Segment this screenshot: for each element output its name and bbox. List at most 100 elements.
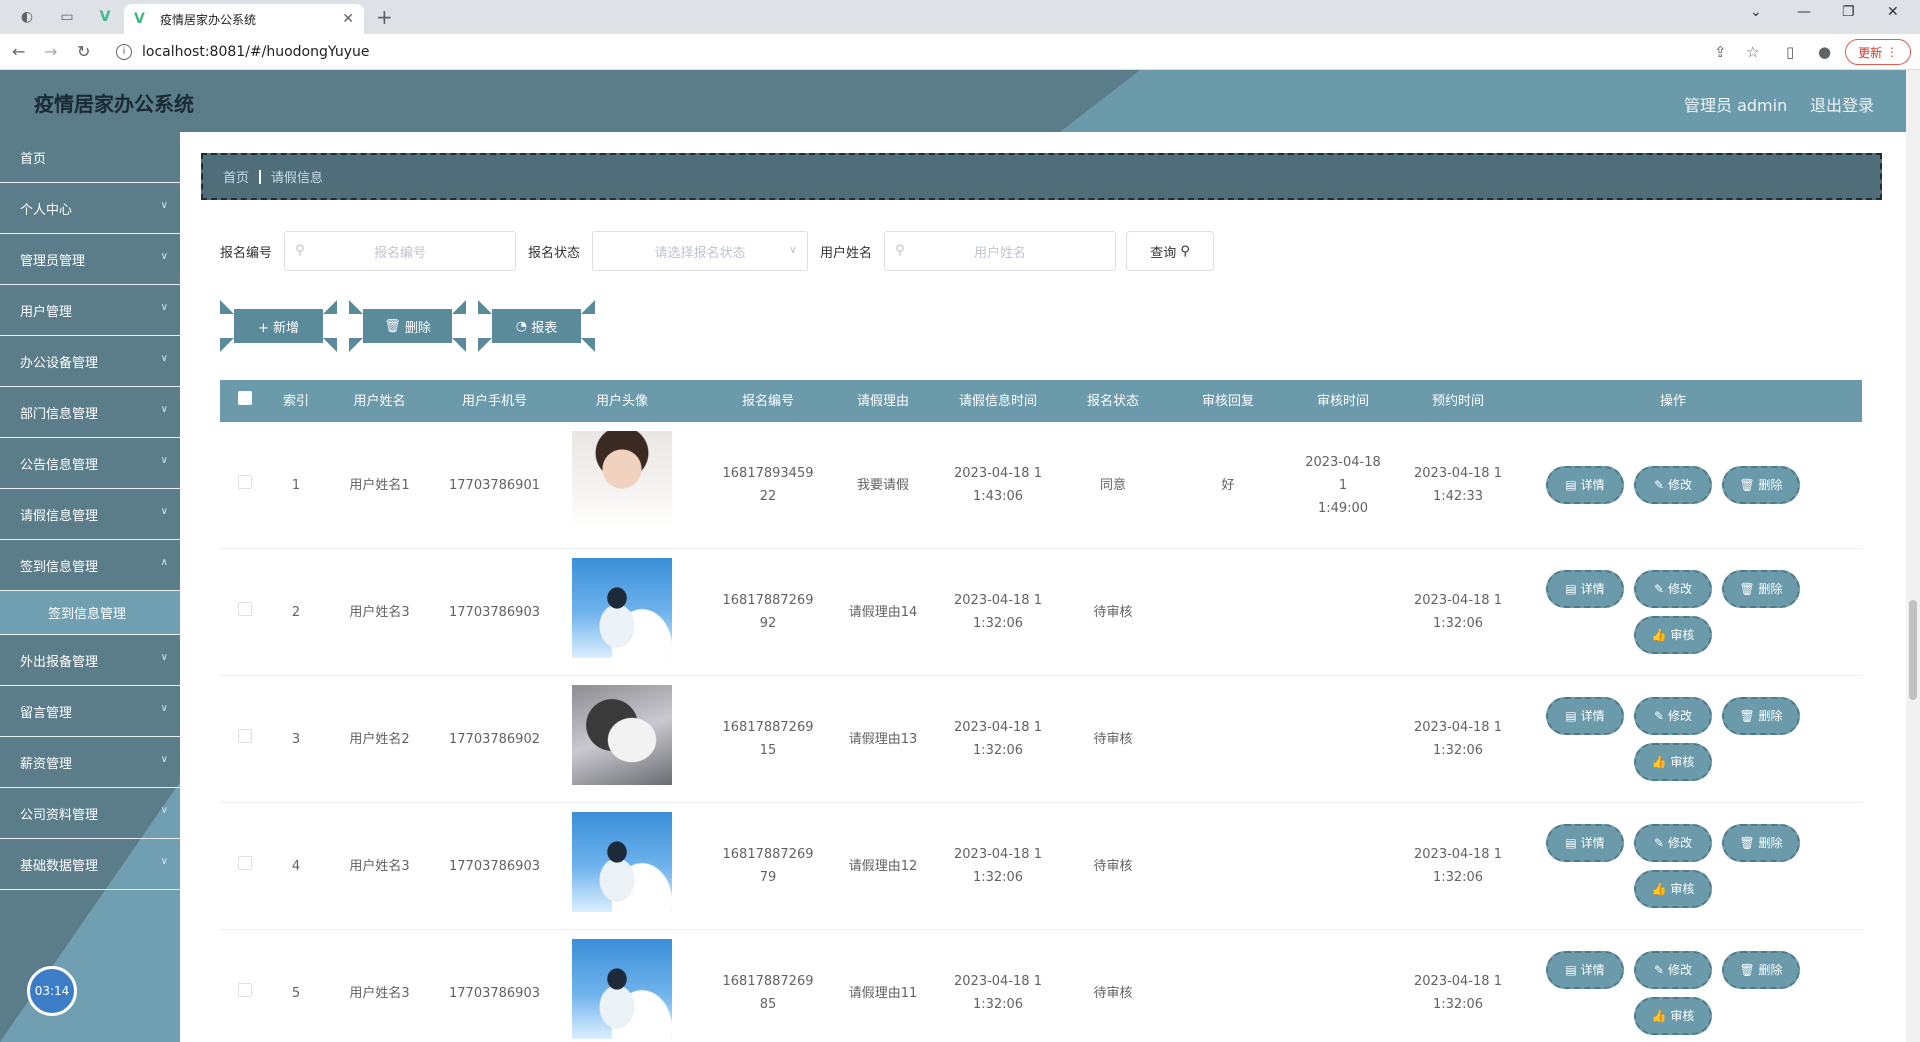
detail-button[interactable]: ▤ 详情: [1546, 824, 1624, 862]
sidebar-item-outing[interactable]: 外出报备管理 ∨: [0, 635, 180, 686]
scrollbar-thumb[interactable]: [1909, 600, 1917, 700]
sidebar-item-leave[interactable]: 请假信息管理 ∨: [0, 489, 180, 540]
audit-button[interactable]: 👍 审核: [1634, 743, 1712, 781]
sidebar-item-docs[interactable]: 公司资料管理 ∨: [0, 788, 180, 839]
detail-button[interactable]: ▤ 详情: [1546, 570, 1624, 608]
delete-button[interactable]: 🗑 删除: [1722, 697, 1800, 735]
batch-delete-button[interactable]: 🗑 删除: [349, 300, 466, 352]
time-line: 2023-04-18 1: [954, 974, 1042, 989]
add-button[interactable]: + 新增: [220, 300, 337, 352]
sidebar-item-department[interactable]: 部门信息管理 ∨: [0, 387, 180, 438]
row-checkbox[interactable]: [238, 474, 252, 489]
sidebar-item-users[interactable]: 用户管理 ∨: [0, 285, 180, 336]
breadcrumb-home[interactable]: 首页: [223, 167, 249, 186]
detail-button[interactable]: ▤ 详情: [1546, 697, 1624, 735]
tab-search-icon[interactable]: ⌄: [1750, 4, 1762, 20]
query-button[interactable]: 查询 ⚲: [1126, 231, 1215, 271]
active-tab[interactable]: V 疫情居家办公系统 ✕: [124, 4, 364, 34]
edit-button[interactable]: ✎ 修改: [1634, 824, 1712, 862]
sidebar-item-notice[interactable]: 公告信息管理 ∨: [0, 438, 180, 489]
header-signup-no: 报名编号: [741, 393, 794, 409]
cell-appt-time: 2023-04-18 1 1:32:06: [1382, 589, 1534, 635]
profile-icon[interactable]: ●: [1818, 43, 1831, 61]
audit-button[interactable]: 👍 审核: [1634, 870, 1712, 908]
user-name-input[interactable]: ⚲ 用户姓名: [884, 231, 1117, 271]
sidebar-item-label: 签到信息管理: [20, 559, 99, 575]
sidebar-item-equipment[interactable]: 办公设备管理 ∨: [0, 336, 180, 387]
detail-button[interactable]: ▤ 详情: [1546, 466, 1624, 504]
time-line: 1:43:06: [972, 489, 1024, 504]
chevron-down-icon: ∨: [160, 251, 168, 262]
sidebar-subitem-signin[interactable]: 签到信息管理: [0, 591, 180, 635]
avatar: [572, 431, 672, 531]
current-user: 管理员 admin: [1684, 96, 1788, 115]
chevron-down-icon: ∨: [160, 703, 168, 714]
update-button[interactable]: 更新 ⋮: [1845, 39, 1911, 65]
time-line: 2023-04-18 1: [1305, 454, 1381, 493]
bookmark-star-icon[interactable]: ☆: [1746, 43, 1759, 61]
sidebar-item-home[interactable]: 首页: [0, 132, 180, 183]
sidebar-item-label: 留言管理: [20, 705, 73, 721]
row-checkbox[interactable]: [238, 855, 252, 870]
cell-user-name: 用户姓名3: [349, 858, 410, 874]
row-checkbox[interactable]: [238, 601, 252, 616]
share-icon[interactable]: ⇪: [1714, 43, 1727, 61]
audit-button[interactable]: 👍 审核: [1634, 616, 1712, 654]
signup-no-line: 16817887269: [722, 974, 814, 989]
delete-button[interactable]: 🗑 删除: [1722, 824, 1800, 862]
delete-label: 删除: [1758, 708, 1783, 723]
document-icon: ▤: [1565, 477, 1577, 492]
close-tab-icon[interactable]: ✕: [342, 11, 354, 27]
audit-button[interactable]: 👍 审核: [1634, 997, 1712, 1035]
sidebar-item-label: 部门信息管理: [20, 406, 99, 422]
clock-badge[interactable]: 03:14: [27, 966, 77, 1016]
cell-signup-no: 16817887269 15: [692, 716, 844, 762]
header-leave-time: 请假信息时间: [958, 393, 1037, 409]
cell-status: 待审核: [1093, 731, 1133, 747]
forward-icon[interactable]: →: [44, 42, 57, 61]
delete-button[interactable]: 🗑 删除: [1722, 570, 1800, 608]
time-line: 1:32:06: [1432, 743, 1484, 758]
site-info-icon[interactable]: i: [116, 44, 132, 60]
vue-icon[interactable]: V: [94, 6, 116, 28]
close-window-icon[interactable]: ✕: [1887, 4, 1899, 20]
signup-status-select[interactable]: 请选择报名状态 ∨: [592, 231, 809, 271]
omnibox[interactable]: i localhost:8081/#/huodongYuyue: [108, 38, 1738, 66]
logout-link[interactable]: 退出登录: [1810, 92, 1874, 116]
row-checkbox[interactable]: [238, 982, 252, 997]
table-row: 2 用户姓名3 17703786903 16817887269 92 请假理由14…: [220, 549, 1862, 676]
edit-button[interactable]: ✎ 修改: [1634, 466, 1712, 504]
side-panel-icon[interactable]: ▯: [1786, 43, 1794, 61]
report-button[interactable]: ◔ 报表: [478, 300, 595, 352]
sidebar-item-signin[interactable]: 签到信息管理 ∧: [0, 540, 180, 591]
globe-icon[interactable]: ◐: [16, 6, 38, 28]
reload-icon[interactable]: ↻: [77, 42, 90, 61]
signup-no-input[interactable]: ⚲ 报名编号: [284, 231, 517, 271]
cell-leave-time: 2023-04-18 1 1:32:06: [922, 843, 1074, 889]
time-line: 1:42:33: [1432, 489, 1484, 504]
edit-button[interactable]: ✎ 修改: [1634, 951, 1712, 989]
page-scrollbar[interactable]: [1906, 70, 1920, 1042]
delete-button[interactable]: 🗑 删除: [1722, 951, 1800, 989]
avatar: [572, 558, 672, 658]
delete-button[interactable]: 🗑 删除: [1722, 466, 1800, 504]
cell-index: 3: [291, 731, 301, 747]
sidebar-item-messages[interactable]: 留言管理 ∨: [0, 686, 180, 737]
trash-icon: 🗑: [1739, 581, 1755, 596]
row-actions: ▤ 详情 ✎ 修改 🗑 删除 👍 审核: [1543, 697, 1803, 781]
blank-tab-icon[interactable]: ▭: [56, 6, 78, 28]
chevron-down-icon: ∨: [160, 353, 168, 364]
detail-button[interactable]: ▤ 详情: [1546, 951, 1624, 989]
row-checkbox[interactable]: [238, 728, 252, 743]
restore-icon[interactable]: ❐: [1842, 4, 1855, 20]
back-icon[interactable]: ←: [12, 42, 25, 61]
minimize-icon[interactable]: —: [1797, 4, 1811, 20]
edit-button[interactable]: ✎ 修改: [1634, 697, 1712, 735]
sidebar-item-admin[interactable]: 管理员管理 ∨: [0, 234, 180, 285]
sidebar-item-basedata[interactable]: 基础数据管理 ∨: [0, 839, 180, 890]
select-all-checkbox[interactable]: [238, 390, 252, 405]
sidebar-item-personal[interactable]: 个人中心 ∨: [0, 183, 180, 234]
sidebar-item-salary[interactable]: 薪资管理 ∨: [0, 737, 180, 788]
edit-button[interactable]: ✎ 修改: [1634, 570, 1712, 608]
new-tab-icon[interactable]: +: [376, 5, 393, 29]
